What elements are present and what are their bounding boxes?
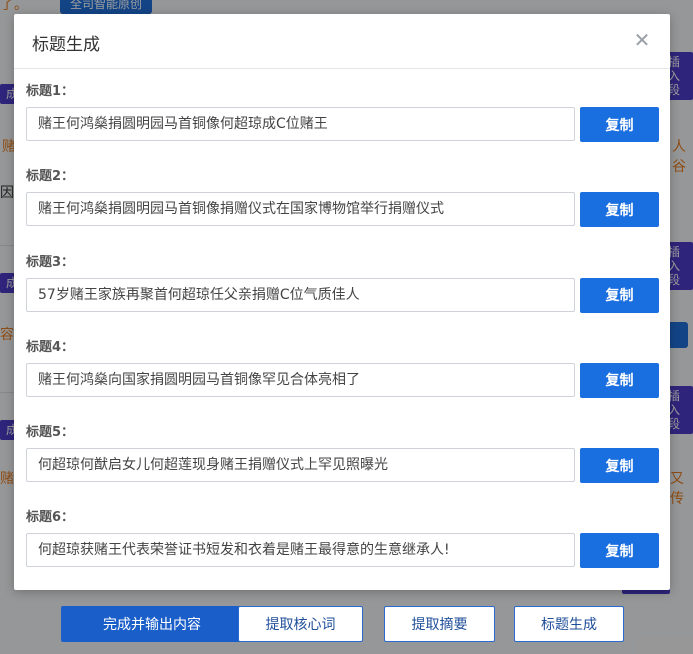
title-label: 标题6： <box>26 510 75 526</box>
modal-header: 标题生成 ✕ <box>14 14 670 69</box>
title-row-5: 标题5： 何超琼何猷启女儿何超莲现身赌王捐赠仪式上罕见照曝光 复制 <box>26 421 659 506</box>
title-row-1: 标题1： 赌王何鸿燊捐圆明园马首铜像何超琼成C位赌王 复制 <box>26 80 659 165</box>
modal-body: 标题1： 赌王何鸿燊捐圆明园马首铜像何超琼成C位赌王 复制 标题2： 赌王何鸿燊… <box>26 80 659 592</box>
copy-button[interactable]: 复制 <box>580 107 659 142</box>
title-field[interactable]: 何超琼获赌王代表荣誉证书短发和衣着是赌王最得意的生意继承人! <box>26 533 575 568</box>
title-label: 标题2： <box>26 169 75 185</box>
title-label: 标题5： <box>26 425 75 441</box>
title-field[interactable]: 57岁赌王家族再聚首何超琼任父亲捐赠C位气质佳人 <box>26 277 575 312</box>
title-row-6: 标题6： 何超琼获赌王代表荣誉证书短发和衣着是赌王最得意的生意继承人! 复制 <box>26 506 659 591</box>
title-field[interactable]: 赌王何鸿燊向国家捐圆明园马首铜像罕见合体亮相了 <box>26 362 575 397</box>
title-field[interactable]: 何超琼何猷启女儿何超莲现身赌王捐赠仪式上罕见照曝光 <box>26 448 575 483</box>
copy-button[interactable]: 复制 <box>580 362 659 398</box>
title-generation-modal: 标题生成 ✕ 标题1： 赌王何鸿燊捐圆明园马首铜像何超琼成C位赌王 复制 标题2… <box>14 14 670 590</box>
title-row-3: 标题3： 57岁赌王家族再聚首何超琼任父亲捐赠C位气质佳人 复制 <box>26 251 659 336</box>
copy-button[interactable]: 复制 <box>580 192 659 228</box>
title-field[interactable]: 赌王何鸿燊捐圆明园马首铜像捐赠仪式在国家博物馆举行捐赠仪式 <box>26 192 575 227</box>
title-label: 标题3： <box>26 254 75 270</box>
title-label: 标题1： <box>26 84 75 99</box>
title-row-2: 标题2： 赌王何鸿燊捐圆明园马首铜像捐赠仪式在国家博物馆举行捐赠仪式 复制 <box>26 165 659 250</box>
title-row-4: 标题4： 赌王何鸿燊向国家捐圆明园马首铜像罕见合体亮相了 复制 <box>26 336 659 421</box>
close-icon[interactable]: ✕ <box>632 30 652 50</box>
copy-button[interactable]: 复制 <box>580 277 659 313</box>
copy-button[interactable]: 复制 <box>580 533 659 569</box>
modal-title: 标题生成 <box>32 35 100 55</box>
title-field[interactable]: 赌王何鸿燊捐圆明园马首铜像何超琼成C位赌王 <box>26 107 575 141</box>
title-label: 标题4： <box>26 339 75 355</box>
copy-button[interactable]: 复制 <box>580 448 659 484</box>
